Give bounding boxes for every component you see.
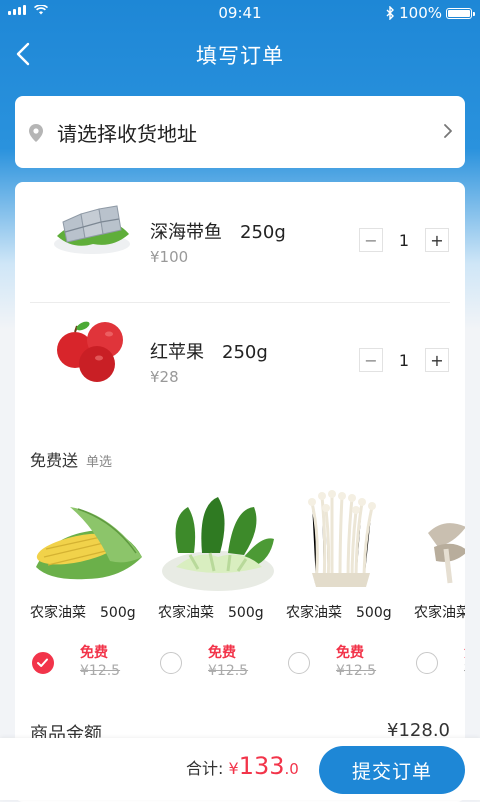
nav-bar: 填写订单 xyxy=(0,28,480,80)
gift-option[interactable]: 农家油菜 500g 免费 ¥12.5 xyxy=(286,477,414,697)
gift-original-price: ¥ xyxy=(464,663,465,679)
location-pin-icon xyxy=(29,124,43,142)
cart-item: 深海带鱼 250g ¥100 − 1 + xyxy=(15,182,465,292)
bluetooth-icon xyxy=(386,6,395,20)
gift-option[interactable]: 农家油菜 500g 免费 ¥12.5 xyxy=(158,477,286,697)
total-label: 合计: xyxy=(186,759,224,778)
total-decimal: .0 xyxy=(284,760,299,778)
item-name: 深海带鱼 250g xyxy=(150,222,286,243)
bok-choy-image xyxy=(162,497,274,591)
increase-button[interactable]: + xyxy=(425,228,449,252)
gift-name: 农家油菜 500g xyxy=(286,605,392,621)
battery-percent: 100% xyxy=(399,4,442,22)
free-gift-title: 免费送 xyxy=(30,451,79,470)
gift-option[interactable]: 农家油菜 500g 免费 ¥12.5 xyxy=(30,477,158,697)
total-currency: ¥ xyxy=(228,759,239,778)
status-bar: 09:41 100% xyxy=(0,0,480,26)
item-price: ¥100 xyxy=(150,248,189,266)
checkout-bar: 合计: ¥133.0 提交订单 xyxy=(0,738,480,800)
order-card: 深海带鱼 250g ¥100 − 1 + 红苹果 250g ¥28 − 1 + … xyxy=(15,182,465,802)
gift-radio[interactable] xyxy=(32,652,54,674)
gift-radio[interactable] xyxy=(160,652,182,674)
decrease-button[interactable]: − xyxy=(359,228,383,252)
apple-image xyxy=(57,321,123,382)
check-icon xyxy=(37,658,48,667)
gift-original-price: ¥12.5 xyxy=(208,663,249,679)
cart-item: 红苹果 250g ¥28 − 1 + xyxy=(15,302,465,412)
item-price: ¥28 xyxy=(150,368,179,386)
free-gift-header: 免费送 单选 xyxy=(30,447,112,471)
item-name: 红苹果 250g xyxy=(150,342,268,363)
submit-order-button[interactable]: 提交订单 xyxy=(319,746,465,794)
fish-image xyxy=(54,205,130,254)
increase-button[interactable]: + xyxy=(425,348,449,372)
total-amount: 133 xyxy=(238,752,285,780)
enoki-mushroom-image xyxy=(308,490,376,587)
free-gift-mode: 单选 xyxy=(86,455,113,470)
page-title: 填写订单 xyxy=(196,44,284,68)
quantity-stepper: − 1 + xyxy=(359,228,449,252)
order-total: 合计: ¥133.0 xyxy=(186,752,299,780)
gift-name: 农家油菜 xyxy=(414,605,465,621)
gift-free-label: 免费 xyxy=(464,642,465,662)
gift-original-price: ¥12.5 xyxy=(336,663,377,679)
gift-radio[interactable] xyxy=(416,652,438,674)
address-selector[interactable]: 请选择收货地址 xyxy=(15,96,465,168)
corn-image xyxy=(36,507,142,580)
gift-radio[interactable] xyxy=(288,652,310,674)
address-placeholder: 请选择收货地址 xyxy=(57,122,197,146)
gift-free-label: 免费 xyxy=(208,645,236,661)
quantity-value: 1 xyxy=(398,230,410,250)
gift-name: 农家油菜 500g xyxy=(158,605,264,621)
decrease-button[interactable]: − xyxy=(359,348,383,372)
chevron-right-icon xyxy=(444,124,452,138)
quantity-stepper: − 1 + xyxy=(359,348,449,372)
oyster-mushroom-image xyxy=(428,523,465,584)
gift-free-label: 免费 xyxy=(336,645,364,661)
battery-icon xyxy=(446,7,475,19)
gift-free-label: 免费 xyxy=(80,645,108,661)
gift-option[interactable]: 农家油菜 免费 ¥ xyxy=(414,477,465,697)
quantity-value: 1 xyxy=(398,350,410,370)
free-gift-list: 农家油菜 500g 免费 ¥12.5 农家油菜 500g 免费 ¥12.5 农家… xyxy=(15,477,465,697)
gift-name: 农家油菜 500g xyxy=(30,605,136,621)
gift-original-price: ¥12.5 xyxy=(80,663,121,679)
